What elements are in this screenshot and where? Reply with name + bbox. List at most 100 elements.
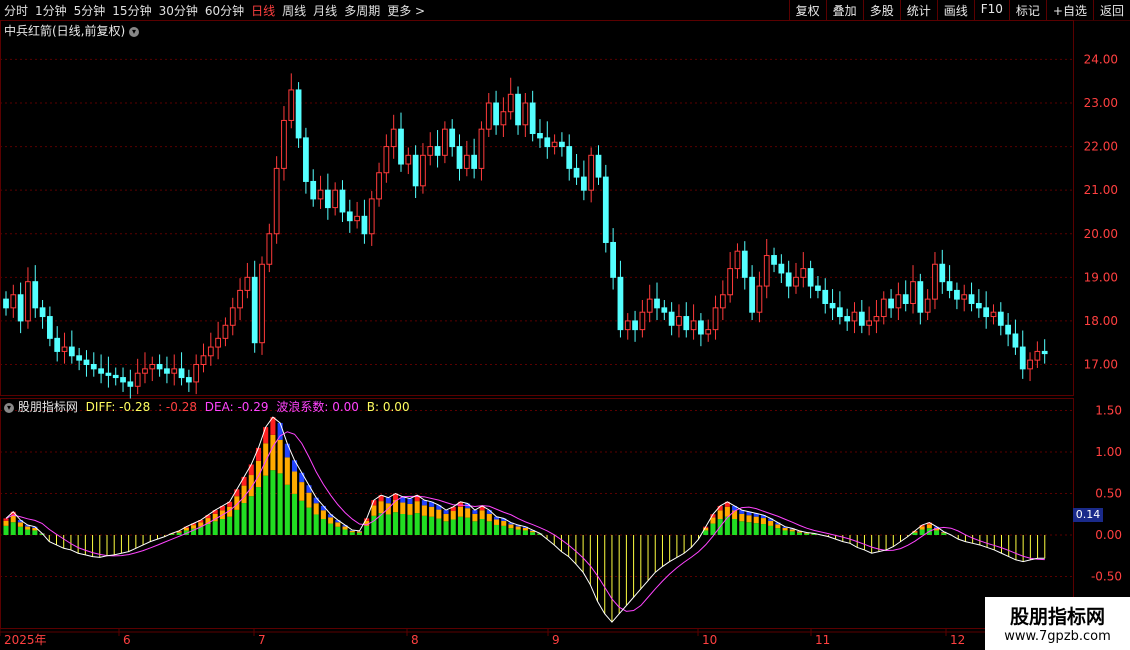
- candle-body: [617, 276, 624, 331]
- candle-body: [888, 298, 894, 309]
- period-tab-7[interactable]: 周线: [282, 2, 306, 19]
- candle-body: [215, 337, 222, 348]
- indicator-bar-orange: [739, 513, 745, 522]
- period-tab-9[interactable]: 多周期: [344, 2, 380, 19]
- candle-body: [946, 281, 953, 291]
- indicator-bar-green: [255, 487, 262, 535]
- period-tab-5[interactable]: 60分钟: [205, 2, 244, 19]
- indicator-bar-top: [277, 422, 283, 440]
- period-tab-3[interactable]: 15分钟: [112, 2, 151, 19]
- indicator-menu-icon[interactable]: ▾: [4, 402, 14, 413]
- indicator-bar-green: [421, 515, 427, 535]
- candle-body: [376, 172, 382, 200]
- candle-body: [573, 167, 580, 178]
- candle-body: [639, 311, 646, 331]
- toolbar-button-4[interactable]: 画线: [936, 0, 974, 20]
- kline-chart[interactable]: 24.00 23.00 22.00 21.00 20.00 19.00 18.00 17.00…: [0, 20, 1130, 650]
- indicator-bar-orange: [407, 503, 413, 515]
- candle-body: [281, 119, 287, 169]
- period-tab-4[interactable]: 30分钟: [159, 2, 198, 19]
- candle-body: [251, 276, 258, 344]
- candle-body: [676, 316, 682, 326]
- toolbar-button-1[interactable]: 叠加: [825, 0, 863, 20]
- indicator-tick-label: 0.00: [1095, 528, 1122, 542]
- candle-body: [668, 311, 675, 326]
- candle-body: [851, 311, 858, 322]
- period-tab-10[interactable]: 更多 >: [387, 2, 425, 19]
- period-tab-8[interactable]: 月线: [313, 2, 337, 19]
- indicator-bar-orange: [335, 522, 341, 527]
- indicator-bar-top: [248, 464, 254, 476]
- candle-body: [273, 167, 280, 235]
- candle-body: [324, 189, 331, 209]
- candle-body: [793, 276, 799, 287]
- candle-body: [1019, 346, 1026, 370]
- diff-line: [5, 416, 1045, 623]
- indicator-bar-orange: [789, 529, 795, 532]
- candle-body: [719, 294, 726, 309]
- indicator-bar-orange: [717, 510, 723, 520]
- indicator-bar-orange: [436, 509, 442, 519]
- candle-body: [32, 281, 39, 309]
- indicator-bar-green: [263, 475, 269, 535]
- x-axis-label: 6: [123, 633, 131, 647]
- toolbar-button-5[interactable]: F10: [973, 0, 1009, 20]
- candle-body: [939, 263, 946, 283]
- period-tab-2[interactable]: 5分钟: [74, 2, 106, 19]
- price-panel-title[interactable]: 中兵红箭(日线,前复权) ▾: [4, 22, 140, 39]
- indicator-bar-green: [364, 525, 370, 535]
- period-tab-0[interactable]: 分时: [4, 2, 28, 19]
- candle-body: [193, 363, 200, 383]
- toolbar-button-2[interactable]: 多股: [862, 0, 900, 20]
- toolbar-button-8[interactable]: 返回: [1092, 0, 1130, 20]
- x-axis-label: 7: [258, 633, 266, 647]
- indicator-bar-orange: [3, 520, 9, 526]
- candle-body: [17, 294, 24, 322]
- candle-body: [207, 346, 214, 357]
- candle-body: [690, 320, 697, 331]
- toolbar-button-3[interactable]: 统计: [899, 0, 937, 20]
- indicator-bar-orange: [479, 510, 485, 520]
- toolbar-button-7[interactable]: +自选: [1045, 0, 1093, 20]
- candle-body: [683, 316, 690, 331]
- candle-body: [244, 276, 251, 291]
- indicator-bar-orange: [746, 515, 752, 523]
- settings-icon[interactable]: ▾: [129, 26, 140, 37]
- stock-title: 中兵红箭(日线,前复权): [4, 24, 126, 38]
- indicator-bar-green: [465, 517, 471, 535]
- candle-body: [346, 211, 353, 222]
- indicator-bar-orange: [515, 526, 521, 530]
- candle-body: [997, 311, 1004, 326]
- candle-body: [222, 324, 229, 339]
- x-axis-label: 9: [552, 633, 560, 647]
- indicator-bar-orange: [255, 460, 262, 488]
- indicator-bar-orange: [263, 443, 269, 476]
- indicator-bar-green: [486, 521, 492, 535]
- candle-body: [807, 268, 814, 287]
- indicator-bar-orange: [782, 527, 788, 531]
- candle-body: [295, 89, 302, 139]
- toolbar-button-6[interactable]: 标记: [1008, 0, 1046, 20]
- indicator-bar-green: [782, 530, 788, 535]
- indicator-bar-orange: [371, 505, 377, 516]
- indicator-bar-orange: [306, 492, 312, 508]
- indicator-bar-green: [385, 514, 391, 535]
- period-tab-1[interactable]: 1分钟: [35, 2, 67, 19]
- candle-body: [800, 268, 807, 278]
- indicator-bar-orange: [926, 524, 932, 529]
- indicator-tick-label: 1.50: [1095, 404, 1122, 418]
- candle-body: [1034, 350, 1041, 361]
- indicator-bar-green: [457, 516, 463, 535]
- candle-body: [120, 377, 126, 383]
- candle-body: [83, 359, 90, 365]
- indicator-bar-top: [3, 518, 9, 521]
- toolbar-button-0[interactable]: 复权: [788, 0, 826, 20]
- indicator-bar-top: [313, 497, 319, 504]
- indicator-bar-green: [796, 532, 803, 535]
- indicator-bar-green: [393, 512, 399, 535]
- indicator-panel-title[interactable]: ▾ 股朋指标网 DIFF: -0.28 : -0.28 DEA: -0.29 波…: [4, 398, 410, 415]
- indicator-bar-top: [284, 443, 290, 458]
- indicator-bar-orange: [443, 513, 449, 522]
- candle-body: [910, 281, 916, 304]
- period-tab-6[interactable]: 日线: [251, 2, 275, 19]
